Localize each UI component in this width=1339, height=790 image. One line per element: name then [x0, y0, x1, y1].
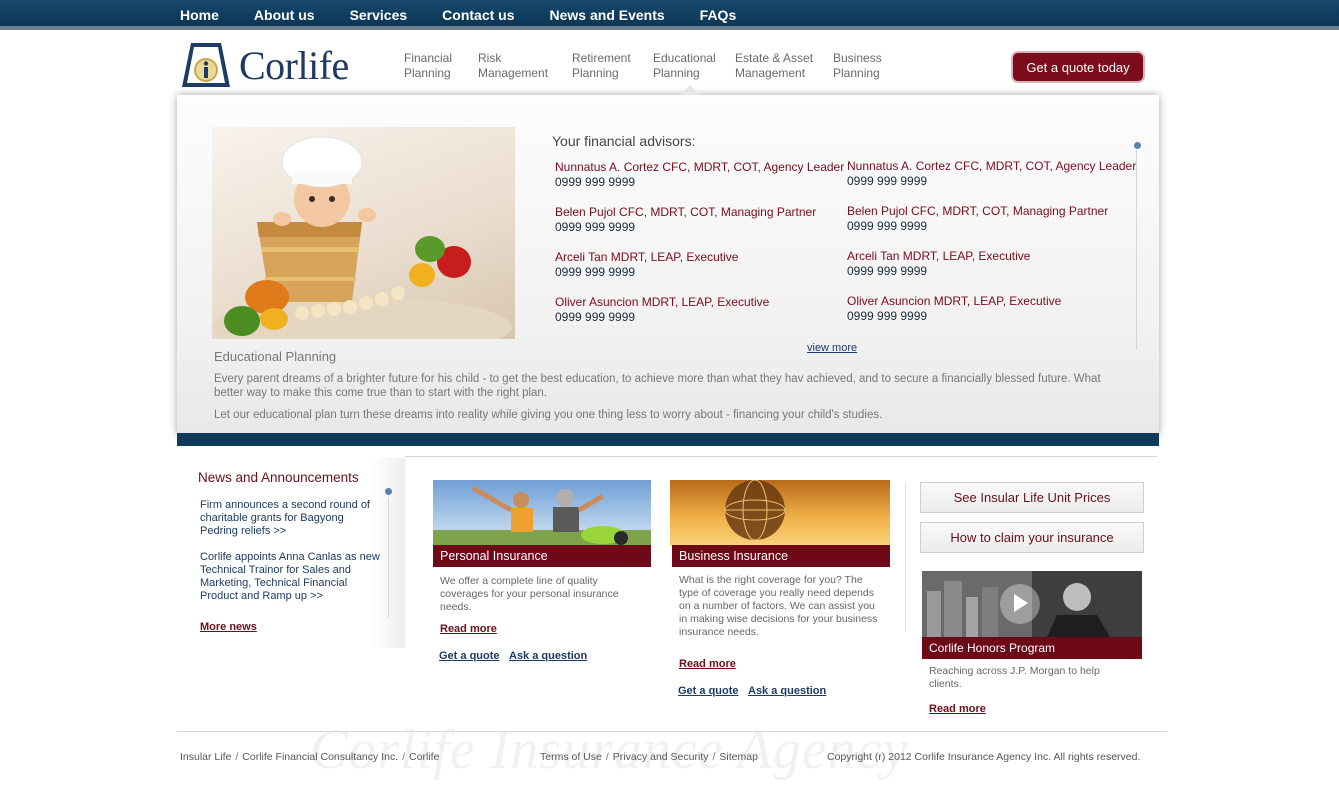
- business-read-more-link[interactable]: Read more: [679, 658, 736, 670]
- business-insurance-label[interactable]: Business Insurance: [672, 545, 890, 567]
- advisor-name[interactable]: Oliver Asuncion MDRT, LEAP, Executive: [847, 294, 1061, 309]
- main-nav: Financial Planning Risk Management Retir…: [404, 51, 913, 81]
- get-quote-button[interactable]: Get a quote today: [1013, 53, 1143, 81]
- top-nav-faqs[interactable]: FAQs: [700, 7, 737, 23]
- advisor-phone: 0999 999 9999: [847, 219, 928, 233]
- advisor-entry: Nunnatus A. Cortez CFC, MDRT, COT, Agenc…: [847, 159, 1136, 189]
- unit-prices-button[interactable]: See Insular Life Unit Prices: [920, 482, 1144, 513]
- news-title: News and Announcements: [198, 470, 359, 485]
- scroll-handle-icon[interactable]: [385, 488, 392, 495]
- footer-link-corlife[interactable]: Corlife: [409, 751, 439, 763]
- advisor-phone: 0999 999 9999: [847, 309, 928, 323]
- main-nav-financial-planning[interactable]: Financial Planning: [404, 51, 478, 81]
- advisor-name[interactable]: Oliver Asuncion MDRT, LEAP, Executive: [555, 295, 769, 310]
- footer-watermark: Corlife Insurance Agency: [310, 719, 909, 781]
- personal-insurance-label[interactable]: Personal Insurance: [433, 545, 651, 567]
- personal-ask-question-link[interactable]: Ask a question: [509, 650, 587, 662]
- footer-link-privacy[interactable]: Privacy and Security: [613, 751, 709, 763]
- footer-link-sitemap[interactable]: Sitemap: [719, 751, 758, 763]
- top-nav-news-events[interactable]: News and Events: [550, 7, 665, 23]
- main-nav-business-planning[interactable]: Business Planning: [833, 51, 913, 81]
- advisor-phone: 0999 999 9999: [847, 264, 928, 278]
- advisor-name[interactable]: Arceli Tan MDRT, LEAP, Executive: [555, 250, 738, 265]
- advisor-phone: 0999 999 9999: [555, 175, 636, 189]
- main-nav-retirement-planning[interactable]: Retirement Planning: [572, 51, 653, 81]
- footer-copyright: Copyright (r) 2012 Corlife Insurance Age…: [827, 751, 1141, 763]
- business-insurance-text: What is the right coverage for you? The …: [679, 574, 878, 638]
- advisor-entry: Nunnatus A. Cortez CFC, MDRT, COT, Agenc…: [555, 160, 844, 190]
- footer-link-insular-life[interactable]: Insular Life: [180, 751, 231, 763]
- honors-read-more-link[interactable]: Read more: [929, 703, 986, 715]
- top-nav-services[interactable]: Services: [350, 7, 408, 23]
- advisors-title: Your financial advisors:: [552, 133, 696, 149]
- advisor-entry: Arceli Tan MDRT, LEAP, Executive 0999 99…: [555, 250, 738, 280]
- advisors-scroll-track[interactable]: [1136, 150, 1137, 350]
- business-ask-question-link[interactable]: Ask a question: [748, 685, 826, 697]
- hero-bottom-strip: [177, 433, 1159, 446]
- advisor-name[interactable]: Arceli Tan MDRT, LEAP, Executive: [847, 249, 1030, 264]
- advisor-entry: Belen Pujol CFC, MDRT, COT, Managing Par…: [555, 205, 816, 235]
- advisor-name[interactable]: Nunnatus A. Cortez CFC, MDRT, COT, Agenc…: [847, 159, 1136, 174]
- news-item[interactable]: Firm announces a second round of charita…: [200, 499, 382, 538]
- advisor-phone: 0999 999 9999: [555, 220, 636, 234]
- corlife-logo[interactable]: Corlife: [181, 40, 361, 90]
- advisor-phone: 0999 999 9999: [555, 310, 636, 324]
- honors-program-text: Reaching across J.P. Morgan to help clie…: [929, 665, 1100, 690]
- baby-in-bucket-photo: [212, 127, 515, 339]
- advisor-name[interactable]: Belen Pujol CFC, MDRT, COT, Managing Par…: [555, 205, 816, 220]
- main-nav-estate-asset-management[interactable]: Estate & Asset Management: [735, 51, 833, 81]
- personal-insurance-photo: [433, 480, 651, 546]
- business-insurance-photo: [670, 480, 890, 546]
- personal-read-more-link[interactable]: Read more: [440, 623, 497, 635]
- more-news-link[interactable]: More news: [200, 621, 257, 633]
- brand-name: Corlife: [239, 42, 349, 88]
- personal-get-quote-link[interactable]: Get a quote: [439, 650, 500, 662]
- footer-link-corlife-consultancy[interactable]: Corlife Financial Consultancy Inc.: [242, 751, 398, 763]
- advisor-entry: Arceli Tan MDRT, LEAP, Executive 0999 99…: [847, 249, 1030, 279]
- view-more-link[interactable]: view more: [807, 342, 857, 354]
- honors-program-label[interactable]: Corlife Honors Program: [922, 637, 1142, 659]
- advisor-entry: Belen Pujol CFC, MDRT, COT, Managing Par…: [847, 204, 1108, 234]
- hero-heading: Educational Planning: [214, 349, 337, 364]
- footer-left-links: Insular Life / Corlife Financial Consultan…: [180, 751, 440, 763]
- advisor-entry: Oliver Asuncion MDRT, LEAP, Executive 09…: [555, 295, 769, 325]
- corlife-logo-icon: [181, 42, 231, 88]
- personal-insurance-text: We offer a complete line of quality cove…: [440, 575, 619, 613]
- scroll-handle-icon[interactable]: [1134, 142, 1141, 149]
- advisor-phone: 0999 999 9999: [847, 174, 928, 188]
- advisor-name[interactable]: Nunnatus A. Cortez CFC, MDRT, COT, Agenc…: [555, 160, 844, 175]
- news-scroll-track[interactable]: [388, 498, 389, 618]
- column-divider: [905, 482, 906, 632]
- active-nav-pointer: [680, 85, 700, 95]
- news-item[interactable]: Corlife appoints Anna Canlas as new Tech…: [200, 551, 382, 603]
- top-nav-about[interactable]: About us: [254, 7, 315, 23]
- main-nav-educational-planning[interactable]: Educational Planning: [653, 51, 735, 81]
- play-icon[interactable]: [1014, 594, 1028, 612]
- footer-mid-links: Terms of Use / Privacy and Security / Sitema…: [540, 751, 758, 763]
- main-nav-risk-management[interactable]: Risk Management: [478, 51, 572, 81]
- hero-paragraph: Every parent dreams of a brighter future…: [214, 373, 1101, 399]
- honors-program-video[interactable]: [922, 571, 1142, 637]
- hero-paragraph: Let our educational plan turn these drea…: [214, 409, 883, 421]
- advisor-entry: Oliver Asuncion MDRT, LEAP, Executive 09…: [847, 294, 1061, 324]
- top-nav-contact[interactable]: Contact us: [442, 7, 514, 23]
- footer-link-terms[interactable]: Terms of Use: [540, 751, 602, 763]
- top-nav-home[interactable]: Home: [180, 7, 219, 23]
- advisor-phone: 0999 999 9999: [555, 265, 636, 279]
- advisor-name[interactable]: Belen Pujol CFC, MDRT, COT, Managing Par…: [847, 204, 1108, 219]
- footer-divider: [177, 731, 1167, 732]
- business-get-quote-link[interactable]: Get a quote: [678, 685, 739, 697]
- section-divider: [405, 456, 1157, 457]
- top-nav: Home About us Services Contact us News a…: [180, 0, 771, 30]
- claim-insurance-button[interactable]: How to claim your insurance: [920, 522, 1144, 553]
